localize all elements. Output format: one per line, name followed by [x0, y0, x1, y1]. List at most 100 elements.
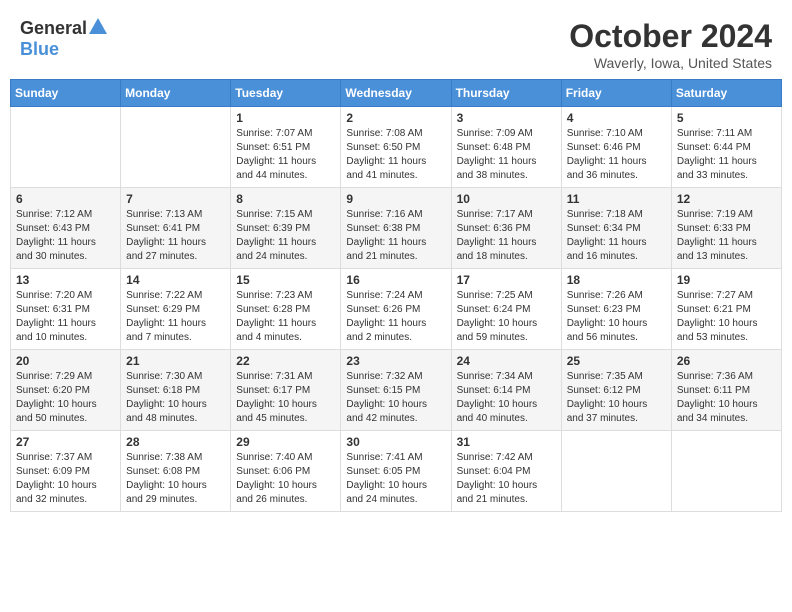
calendar-cell: 25Sunrise: 7:35 AM Sunset: 6:12 PM Dayli…	[561, 350, 671, 431]
title-area: October 2024 Waverly, Iowa, United State…	[569, 18, 772, 71]
calendar-cell: 4 Sunrise: 7:10 AM Sunset: 6:46 PM Daylig…	[561, 107, 671, 188]
day-number: 28	[126, 435, 225, 449]
calendar-cell: 21 Sunrise: 7:30 AM Sunset: 6:18 PM Dayli…	[121, 350, 231, 431]
calendar-cell	[11, 107, 121, 188]
calendar-cell: 27Sunrise: 7:37 AM Sunset: 6:09 PM Dayli…	[11, 431, 121, 512]
day-info: Sunrise: 7:13 AM Sunset: 6:41 PM Dayligh…	[126, 208, 225, 264]
calendar-cell: 28Sunrise: 7:38 AM Sunset: 6:08 PM Dayli…	[121, 431, 231, 512]
day-info: Sunrise: 7:19 AM Sunset: 6:33 PM Dayligh…	[677, 208, 776, 264]
week-row-1: 1Sunrise: 7:07 AM Sunset: 6:51 PM Daylig…	[11, 107, 782, 188]
day-number: 5	[677, 111, 776, 125]
header: General Blue October 2024 Waverly, Iowa,…	[10, 10, 782, 75]
day-info: Sunrise: 7:31 AM Sunset: 6:17 PM Dayligh…	[236, 370, 335, 426]
calendar-cell: 15 Sunrise: 7:23 AM Sunset: 6:28 PM Dayli…	[231, 269, 341, 350]
day-info: Sunrise: 7:17 AM Sunset: 6:36 PM Dayligh…	[457, 208, 556, 264]
month-title: October 2024	[569, 18, 772, 55]
weekday-header-friday: Friday	[561, 80, 671, 107]
day-info: Sunrise: 7:08 AM Sunset: 6:50 PM Dayligh…	[346, 127, 445, 183]
day-number: 1	[236, 111, 335, 125]
day-number: 18	[567, 273, 666, 287]
day-info: Sunrise: 7:25 AM Sunset: 6:24 PM Dayligh…	[457, 289, 556, 345]
day-info: Sunrise: 7:22 AM Sunset: 6:29 PM Dayligh…	[126, 289, 225, 345]
logo-triangle-icon	[89, 18, 107, 34]
logo-blue: Blue	[20, 39, 59, 59]
day-number: 23	[346, 354, 445, 368]
day-info: Sunrise: 7:20 AM Sunset: 6:31 PM Dayligh…	[16, 289, 115, 345]
calendar-cell	[561, 431, 671, 512]
weekday-header-row: SundayMondayTuesdayWednesdayThursdayFrid…	[11, 80, 782, 107]
day-info: Sunrise: 7:26 AM Sunset: 6:23 PM Dayligh…	[567, 289, 666, 345]
day-info: Sunrise: 7:35 AM Sunset: 6:12 PM Dayligh…	[567, 370, 666, 426]
day-number: 29	[236, 435, 335, 449]
day-number: 14	[126, 273, 225, 287]
calendar-cell: 12Sunrise: 7:19 AM Sunset: 6:33 PM Dayli…	[671, 188, 781, 269]
day-number: 9	[346, 192, 445, 206]
week-row-5: 27Sunrise: 7:37 AM Sunset: 6:09 PM Dayli…	[11, 431, 782, 512]
day-info: Sunrise: 7:37 AM Sunset: 6:09 PM Dayligh…	[16, 451, 115, 507]
day-number: 13	[16, 273, 115, 287]
calendar-cell: 24Sunrise: 7:34 AM Sunset: 6:14 PM Dayli…	[451, 350, 561, 431]
calendar-cell: 16Sunrise: 7:24 AM Sunset: 6:26 PM Dayli…	[341, 269, 451, 350]
day-number: 10	[457, 192, 556, 206]
day-number: 3	[457, 111, 556, 125]
day-info: Sunrise: 7:11 AM Sunset: 6:44 PM Dayligh…	[677, 127, 776, 183]
logo: General Blue	[20, 18, 107, 60]
calendar-cell: 22 Sunrise: 7:31 AM Sunset: 6:17 PM Dayli…	[231, 350, 341, 431]
day-info: Sunrise: 7:36 AM Sunset: 6:11 PM Dayligh…	[677, 370, 776, 426]
day-number: 15	[236, 273, 335, 287]
day-number: 8	[236, 192, 335, 206]
logo-general: General	[20, 18, 87, 39]
calendar-cell: 8 Sunrise: 7:15 AM Sunset: 6:39 PM Daylig…	[231, 188, 341, 269]
day-info: Sunrise: 7:41 AM Sunset: 6:05 PM Dayligh…	[346, 451, 445, 507]
day-info: Sunrise: 7:42 AM Sunset: 6:04 PM Dayligh…	[457, 451, 556, 507]
calendar-cell: 18 Sunrise: 7:26 AM Sunset: 6:23 PM Dayli…	[561, 269, 671, 350]
calendar-cell: 2Sunrise: 7:08 AM Sunset: 6:50 PM Daylig…	[341, 107, 451, 188]
calendar-cell: 7 Sunrise: 7:13 AM Sunset: 6:41 PM Daylig…	[121, 188, 231, 269]
calendar-cell	[121, 107, 231, 188]
calendar-cell: 10 Sunrise: 7:17 AM Sunset: 6:36 PM Dayli…	[451, 188, 561, 269]
day-info: Sunrise: 7:15 AM Sunset: 6:39 PM Dayligh…	[236, 208, 335, 264]
day-number: 21	[126, 354, 225, 368]
calendar-cell: 5 Sunrise: 7:11 AM Sunset: 6:44 PM Daylig…	[671, 107, 781, 188]
weekday-header-saturday: Saturday	[671, 80, 781, 107]
day-number: 16	[346, 273, 445, 287]
day-number: 11	[567, 192, 666, 206]
day-number: 22	[236, 354, 335, 368]
calendar-table: SundayMondayTuesdayWednesdayThursdayFrid…	[10, 79, 782, 512]
day-info: Sunrise: 7:18 AM Sunset: 6:34 PM Dayligh…	[567, 208, 666, 264]
weekday-header-monday: Monday	[121, 80, 231, 107]
day-number: 7	[126, 192, 225, 206]
day-info: Sunrise: 7:29 AM Sunset: 6:20 PM Dayligh…	[16, 370, 115, 426]
weekday-header-wednesday: Wednesday	[341, 80, 451, 107]
calendar-cell: 6 Sunrise: 7:12 AM Sunset: 6:43 PM Daylig…	[11, 188, 121, 269]
calendar-cell	[671, 431, 781, 512]
weekday-header-tuesday: Tuesday	[231, 80, 341, 107]
calendar-cell: 30 Sunrise: 7:41 AM Sunset: 6:05 PM Dayli…	[341, 431, 451, 512]
location-title: Waverly, Iowa, United States	[569, 55, 772, 71]
week-row-3: 13 Sunrise: 7:20 AM Sunset: 6:31 PM Dayli…	[11, 269, 782, 350]
day-info: Sunrise: 7:40 AM Sunset: 6:06 PM Dayligh…	[236, 451, 335, 507]
calendar-cell: 1Sunrise: 7:07 AM Sunset: 6:51 PM Daylig…	[231, 107, 341, 188]
day-info: Sunrise: 7:09 AM Sunset: 6:48 PM Dayligh…	[457, 127, 556, 183]
day-number: 26	[677, 354, 776, 368]
day-info: Sunrise: 7:12 AM Sunset: 6:43 PM Dayligh…	[16, 208, 115, 264]
day-info: Sunrise: 7:30 AM Sunset: 6:18 PM Dayligh…	[126, 370, 225, 426]
day-info: Sunrise: 7:23 AM Sunset: 6:28 PM Dayligh…	[236, 289, 335, 345]
calendar-cell: 29 Sunrise: 7:40 AM Sunset: 6:06 PM Dayli…	[231, 431, 341, 512]
day-number: 4	[567, 111, 666, 125]
day-number: 30	[346, 435, 445, 449]
calendar-cell: 9Sunrise: 7:16 AM Sunset: 6:38 PM Daylig…	[341, 188, 451, 269]
calendar-cell: 11 Sunrise: 7:18 AM Sunset: 6:34 PM Dayli…	[561, 188, 671, 269]
calendar-cell: 14 Sunrise: 7:22 AM Sunset: 6:29 PM Dayli…	[121, 269, 231, 350]
weekday-header-thursday: Thursday	[451, 80, 561, 107]
calendar-cell: 31 Sunrise: 7:42 AM Sunset: 6:04 PM Dayli…	[451, 431, 561, 512]
day-number: 31	[457, 435, 556, 449]
calendar-cell: 13 Sunrise: 7:20 AM Sunset: 6:31 PM Dayli…	[11, 269, 121, 350]
day-number: 6	[16, 192, 115, 206]
week-row-2: 6 Sunrise: 7:12 AM Sunset: 6:43 PM Daylig…	[11, 188, 782, 269]
calendar-cell: 17Sunrise: 7:25 AM Sunset: 6:24 PM Dayli…	[451, 269, 561, 350]
weekday-header-sunday: Sunday	[11, 80, 121, 107]
day-info: Sunrise: 7:10 AM Sunset: 6:46 PM Dayligh…	[567, 127, 666, 183]
day-number: 24	[457, 354, 556, 368]
calendar-cell: 23Sunrise: 7:32 AM Sunset: 6:15 PM Dayli…	[341, 350, 451, 431]
